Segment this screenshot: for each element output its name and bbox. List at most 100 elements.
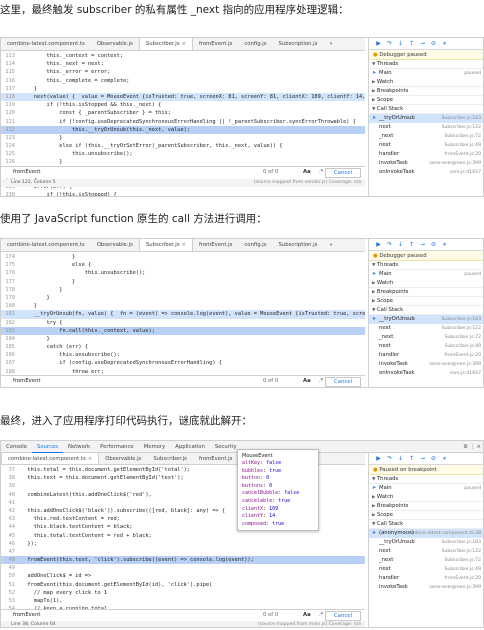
file-tab[interactable]: combine-latest.component.ts	[1, 38, 91, 50]
frame-location[interactable]: core.js:41647	[450, 168, 481, 177]
line-number[interactable]: 130	[1, 191, 21, 196]
frame-location[interactable]: core.js:41647	[450, 369, 481, 378]
step-out-icon[interactable]: ↑	[406, 453, 417, 465]
call-stack-frame[interactable]: next Subscriber.js:49	[369, 141, 483, 150]
line-number[interactable]: 117	[1, 85, 21, 93]
frame-location[interactable]: Subscriber.js:122	[442, 123, 481, 132]
resume-icon[interactable]: ▶	[373, 239, 384, 251]
more-tabs-icon[interactable]: »	[323, 38, 338, 50]
file-tab[interactable]: Subscriber.js ×	[138, 239, 193, 251]
frame-location[interactable]: fromEvent.js:20	[445, 574, 481, 583]
line-number[interactable]: 119	[1, 101, 21, 109]
section-call-stack[interactable]: ▼ Call Stack	[369, 520, 483, 529]
cancel-button[interactable]: Cancel	[325, 168, 361, 178]
regex-button[interactable]: .*	[319, 612, 323, 618]
call-stack-frame[interactable]: invokeTask zone-evergreen.js:399	[369, 360, 483, 369]
deactivate-breakpoints-icon[interactable]: ⊘	[428, 38, 439, 50]
step-icon[interactable]: →	[417, 239, 428, 251]
frame-location[interactable]: Subscriber.js:49	[444, 141, 481, 150]
pause-exceptions-icon[interactable]: ⏸	[439, 38, 450, 50]
devtools-tab[interactable]: Console	[1, 441, 32, 453]
line-number[interactable]: 179	[1, 294, 21, 302]
call-stack-frame[interactable]: handler fromEvent.js:20	[369, 150, 483, 159]
regex-button[interactable]: .*	[319, 169, 323, 175]
step-icon[interactable]: →	[417, 453, 428, 465]
deactivate-breakpoints-icon[interactable]: ⊘	[428, 239, 439, 251]
line-number[interactable]: 113	[1, 52, 21, 60]
call-stack-frame[interactable]: _next Subscriber.js:72	[369, 333, 483, 342]
file-tab[interactable]: config.js	[238, 38, 272, 50]
pause-exceptions-icon[interactable]: ⏸	[439, 453, 450, 465]
line-number[interactable]: 177	[1, 278, 21, 286]
frame-location[interactable]: Subscriber.js:183	[442, 538, 481, 547]
section-breakpoints[interactable]: ▶ Breakpoints	[369, 502, 483, 511]
thread-main[interactable]: ➤ Main paused	[369, 69, 483, 78]
line-number[interactable]: 42	[1, 507, 21, 515]
section-breakpoints[interactable]: ▶ Breakpoints	[369, 87, 483, 96]
step-over-icon[interactable]: ↷	[384, 453, 395, 465]
file-tab[interactable]: Observable.js	[91, 239, 139, 251]
call-stack-frame[interactable]: handler fromEvent.js:20	[369, 351, 483, 360]
thread-main[interactable]: ➤ Main paused	[369, 270, 483, 279]
section-scope[interactable]: ▶ Scope	[369, 96, 483, 105]
line-number[interactable]: 48	[1, 556, 21, 564]
frame-location[interactable]: Subscriber.js:183	[442, 114, 481, 123]
step-into-icon[interactable]: ↓	[395, 38, 406, 50]
search-input[interactable]: fromEvent	[13, 612, 41, 618]
frame-location[interactable]: Subscriber.js:122	[442, 324, 481, 333]
devtools-tab[interactable]: Application	[170, 441, 210, 453]
frame-location[interactable]: Subscriber.js:122	[442, 547, 481, 556]
frame-location[interactable]: Subscriber.js:49	[444, 565, 481, 574]
line-number[interactable]: 121	[1, 118, 21, 126]
deactivate-breakpoints-icon[interactable]: ⊘	[428, 453, 439, 465]
line-number[interactable]: 43	[1, 515, 21, 523]
section-threads[interactable]: ▼ Threads	[369, 60, 483, 69]
frame-location[interactable]: fromEvent.js:20	[445, 150, 481, 159]
step-icon[interactable]: →	[417, 38, 428, 50]
file-tab[interactable]: Observable.js	[91, 38, 139, 50]
line-number[interactable]: 186	[1, 351, 21, 359]
call-stack-frame[interactable]: handler fromEvent.js:20	[369, 574, 483, 583]
file-tab[interactable]: Observable.js	[99, 453, 147, 464]
line-number[interactable]: 175	[1, 261, 21, 269]
step-out-icon[interactable]: ↑	[406, 38, 417, 50]
section-scope[interactable]: ▶ Scope	[369, 297, 483, 306]
line-number[interactable]: 49	[1, 564, 21, 572]
step-into-icon[interactable]: ↓	[395, 239, 406, 251]
step-into-icon[interactable]: ↓	[395, 453, 406, 465]
line-number[interactable]: 187	[1, 359, 21, 367]
line-number[interactable]: 50	[1, 572, 21, 580]
line-number[interactable]: 180	[1, 302, 21, 310]
line-number[interactable]: 123	[1, 134, 21, 142]
frame-location[interactable]: zone-evergreen.js:399	[429, 159, 481, 168]
line-number[interactable]: 122	[1, 126, 21, 134]
section-watch[interactable]: ▶ Watch	[369, 279, 483, 288]
call-stack-frame[interactable]: next Subscriber.js:122	[369, 324, 483, 333]
code-editor[interactable]: 174 } 175 else {176 this.unsubscribe(); 17…	[1, 253, 365, 387]
regex-button[interactable]: .*	[319, 378, 323, 384]
section-call-stack[interactable]: ▼ Call Stack	[369, 306, 483, 315]
search-input[interactable]: fromEvent	[13, 169, 41, 175]
file-tab[interactable]: Subscriber.js ×	[138, 38, 193, 50]
call-stack-frame[interactable]: onInvokeTask core.js:41647	[369, 369, 483, 378]
section-watch[interactable]: ▶ Watch	[369, 493, 483, 502]
section-threads[interactable]: ▼ Threads	[369, 261, 483, 270]
call-stack-frame[interactable]: invokeTask zone-evergreen.js:399	[369, 159, 483, 168]
line-number[interactable]: 184	[1, 335, 21, 343]
frame-location[interactable]: zone-evergreen.js:399	[429, 583, 481, 592]
frame-location[interactable]: Subscriber.js:72	[444, 132, 481, 141]
match-case-button[interactable]: Aa	[303, 378, 311, 384]
line-number[interactable]: 41	[1, 499, 21, 507]
cancel-button[interactable]: Cancel	[325, 611, 361, 621]
section-threads[interactable]: ▼ Threads	[369, 475, 483, 484]
more-tabs-icon[interactable]: »	[323, 239, 338, 251]
resume-icon[interactable]: ▶	[373, 38, 384, 50]
file-tab[interactable]: Subscription.js	[273, 38, 324, 50]
settings-icon[interactable]: ⚙ ⋮ ×	[463, 441, 481, 453]
call-stack-frame[interactable]: onInvokeTask core.js:41647	[369, 168, 483, 177]
close-icon[interactable]: ×	[88, 456, 92, 462]
resume-icon[interactable]: ▶	[373, 453, 384, 465]
line-number[interactable]: 38	[1, 474, 21, 482]
line-number[interactable]: 176	[1, 269, 21, 277]
line-number[interactable]: 47	[1, 548, 21, 556]
